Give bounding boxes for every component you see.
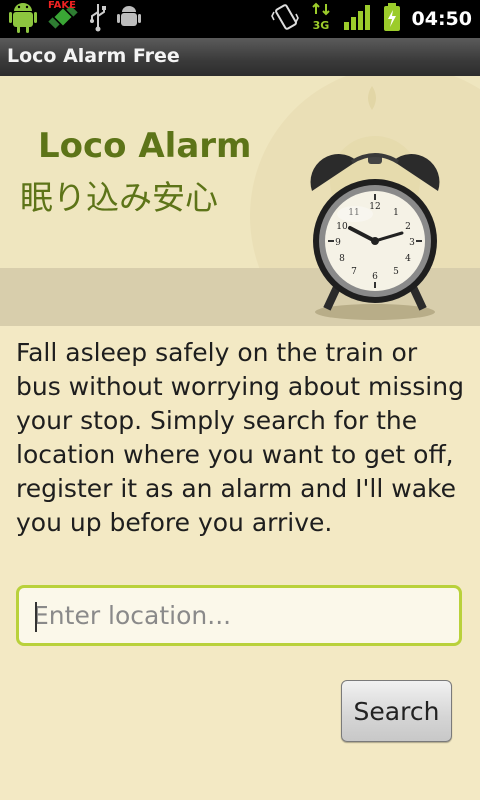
android-icon [6,0,40,38]
3g-data-icon: 3G [310,2,332,36]
status-right-icons: 3G 04:50 [270,0,472,38]
status-bar: FAKE 3G 04:50 [0,0,480,38]
app-title-bar: Loco Alarm Free [0,38,480,77]
network-type-label: 3G [312,19,329,32]
text-cursor [35,602,37,632]
svg-text:4: 4 [405,254,411,264]
vibrate-icon [270,2,300,36]
svg-text:8: 8 [339,254,345,264]
svg-text:6: 6 [372,272,378,282]
svg-text:10: 10 [336,222,348,232]
fake-label: FAKE [48,0,77,11]
debug-icon [116,2,142,36]
search-button[interactable]: Search [341,680,452,742]
app-title: Loco Alarm Free [7,45,180,67]
svg-text:1: 1 [393,208,399,218]
usb-icon [86,2,110,36]
svg-text:7: 7 [351,267,357,277]
alarm-clock-icon: 12 1 2 3 4 5 6 7 8 9 10 11 [310,153,440,320]
app-description: Fall asleep safely on the train or bus w… [16,338,464,537]
svg-text:9: 9 [335,238,341,248]
banner-subtitle: 眠り込み安心 [20,178,218,217]
location-input-container[interactable] [16,585,462,646]
status-time: 04:50 [411,8,472,30]
svg-text:2: 2 [405,222,411,232]
svg-text:5: 5 [393,267,399,277]
svg-text:3: 3 [409,238,415,248]
app-banner: Loco Alarm 眠り込み安心 12 1 2 3 4 5 6 7 8 9 1… [0,76,480,326]
location-input[interactable] [19,588,459,643]
signal-icon [342,2,372,36]
banner-title: Loco Alarm [38,126,252,166]
battery-charging-icon [382,2,402,36]
